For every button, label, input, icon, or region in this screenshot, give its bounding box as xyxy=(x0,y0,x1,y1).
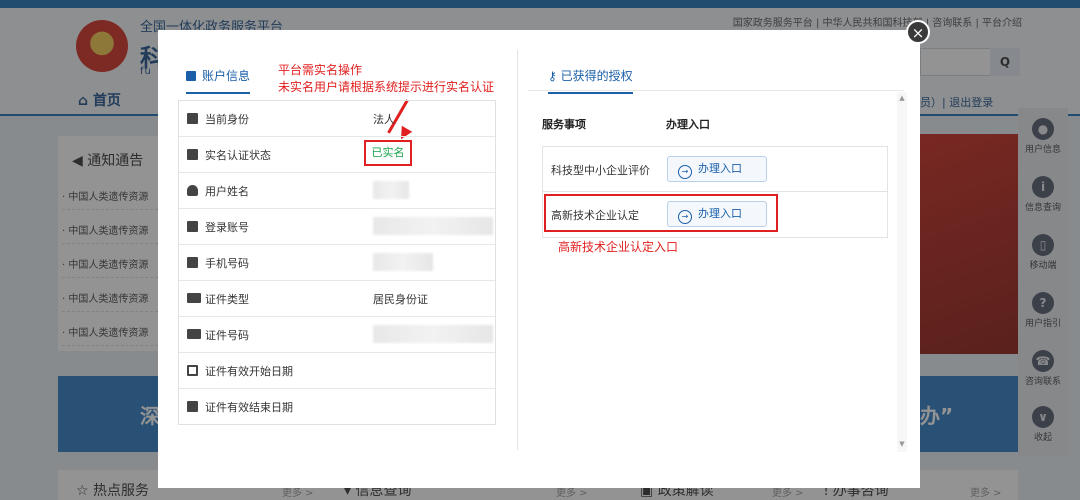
info-label: 手机号码 xyxy=(205,257,249,270)
info-row-cert-type: 证件类型 居民身份证 xyxy=(179,281,495,317)
info-row-name: 用户姓名 xyxy=(179,173,495,209)
column-header-entry: 办理入口 xyxy=(666,118,710,131)
column-header-service: 服务事项 xyxy=(542,118,586,131)
redacted-value xyxy=(373,217,493,235)
redacted-value xyxy=(373,253,433,271)
info-value: 居民身份证 xyxy=(373,293,428,306)
account-card-icon xyxy=(187,221,198,232)
enter-service-button[interactable]: → 办理入口 xyxy=(667,156,767,182)
info-row-identity: 当前身份 法人 xyxy=(179,101,495,137)
info-row-phone: 手机号码 xyxy=(179,245,495,281)
info-row-cert-start: 证件有效开始日期 xyxy=(179,353,495,389)
user-icon xyxy=(187,185,198,196)
info-value: 法人 xyxy=(373,113,395,126)
id-card-icon xyxy=(186,71,196,81)
tab-label: 已获得的授权 xyxy=(560,69,633,83)
service-row: 科技型中小企业评价 → 办理入口 xyxy=(542,146,888,193)
button-label: 办理入口 xyxy=(698,162,742,175)
info-row-verification: 实名认证状态 xyxy=(179,137,495,173)
info-label: 实名认证状态 xyxy=(205,149,271,162)
scroll-down-icon[interactable]: ▼ xyxy=(897,440,907,448)
tab-underline xyxy=(528,90,904,91)
scrollbar[interactable] xyxy=(897,92,907,452)
account-info-table: 当前身份 法人 实名认证状态 用户姓名 登录账号 手机号码 证件类型 居民身份证… xyxy=(178,100,496,425)
scroll-up-icon[interactable]: ▲ xyxy=(897,94,907,102)
annotation-line: 未实名用户请根据系统提示进行实名认证 xyxy=(278,80,495,94)
close-icon[interactable]: × xyxy=(906,20,930,44)
modal-divider xyxy=(517,50,518,450)
highlight-box xyxy=(544,194,778,232)
id-badge-icon xyxy=(187,113,198,124)
info-label: 证件类型 xyxy=(205,293,249,306)
id-card-icon xyxy=(187,329,201,339)
calendar-icon xyxy=(187,401,198,412)
calendar-icon xyxy=(187,365,198,376)
redacted-value xyxy=(373,181,409,199)
tab-account-info[interactable]: 账户信息 xyxy=(186,67,251,94)
verified-status-badge: 已实名 xyxy=(364,140,412,166)
info-label: 证件号码 xyxy=(205,329,249,342)
tab-label: 账户信息 xyxy=(202,69,251,83)
info-label: 当前身份 xyxy=(205,113,249,126)
service-name: 科技型中小企业评价 xyxy=(551,164,650,177)
realname-annotation: 平台需实名操作 未实名用户请根据系统提示进行实名认证 xyxy=(278,62,494,96)
phone-icon xyxy=(187,257,198,268)
info-label: 证件有效结束日期 xyxy=(205,401,293,414)
key-icon: ⚷ xyxy=(548,69,557,83)
info-label: 用户姓名 xyxy=(205,185,249,198)
id-badge-icon xyxy=(187,149,198,160)
info-label: 登录账号 xyxy=(205,221,249,234)
id-card-icon xyxy=(187,293,201,303)
arrow-circle-icon: → xyxy=(678,165,692,179)
info-row-account: 登录账号 xyxy=(179,209,495,245)
info-label: 证件有效开始日期 xyxy=(205,365,293,378)
info-row-cert-number: 证件号码 xyxy=(179,317,495,353)
service-annotation: 高新技术企业认定入口 xyxy=(558,240,679,254)
annotation-line: 平台需实名操作 xyxy=(278,63,363,77)
info-row-cert-end: 证件有效结束日期 xyxy=(179,389,495,424)
redacted-value xyxy=(373,325,493,343)
